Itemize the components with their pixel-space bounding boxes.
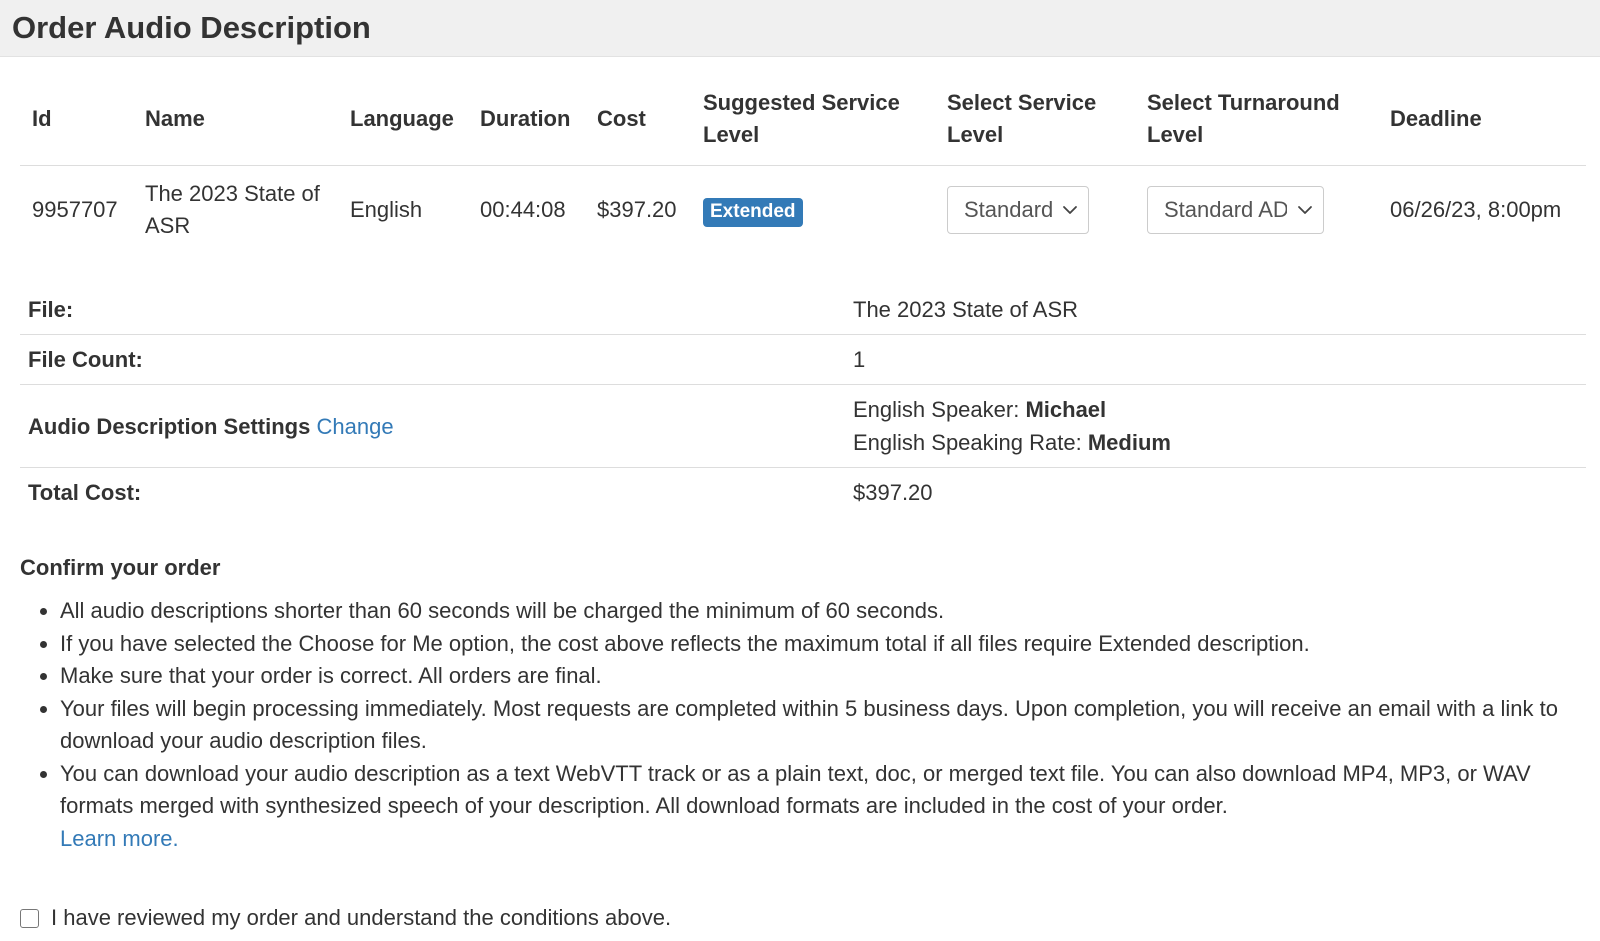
list-item: Your files will begin processing immedia… bbox=[60, 693, 1586, 758]
total-cost-label: Total Cost: bbox=[20, 467, 845, 517]
learn-more-link[interactable]: Learn more. bbox=[60, 826, 179, 851]
list-item: You can download your audio description … bbox=[60, 758, 1586, 856]
agree-checkbox[interactable] bbox=[20, 908, 39, 928]
cell-id: 9957707 bbox=[32, 197, 118, 222]
cell-duration: 00:44:08 bbox=[480, 197, 566, 222]
order-table: Id Name Language Duration Cost Suggested… bbox=[20, 87, 1586, 252]
detail-row-file-count: File Count: 1 bbox=[20, 334, 1586, 385]
cell-cost: $397.20 bbox=[597, 197, 677, 222]
turnaround-level-select-value: Standard AD bbox=[1164, 197, 1287, 222]
col-header-language: Language bbox=[338, 87, 468, 166]
detail-row-file: File: The 2023 State of ASR bbox=[20, 285, 1586, 335]
confirm-section: Confirm your order All audio description… bbox=[20, 555, 1586, 855]
agree-row: I have reviewed my order and understand … bbox=[20, 905, 1586, 931]
cell-select-turnaround: Standard AD bbox=[1135, 166, 1378, 253]
settings-value: English Speaker: Michael English Speakin… bbox=[845, 384, 1586, 468]
file-count-label: File Count: bbox=[20, 334, 845, 385]
speaking-rate-value: Medium bbox=[1087, 430, 1171, 455]
cell-name: The 2023 State of ASR bbox=[145, 181, 320, 238]
col-header-select-service-level: Select Service Level bbox=[935, 87, 1135, 166]
speaking-rate-line: English Speaking Rate: Medium bbox=[853, 426, 1578, 459]
speaker-line: English Speaker: Michael bbox=[853, 393, 1578, 426]
settings-label: Audio Description Settings bbox=[28, 413, 311, 439]
service-level-select[interactable]: Standard bbox=[947, 186, 1089, 234]
page-title: Order Audio Description bbox=[12, 10, 371, 45]
file-count-value: 1 bbox=[845, 334, 1586, 385]
confirm-title: Confirm your order bbox=[20, 555, 221, 580]
turnaround-level-select[interactable]: Standard AD bbox=[1147, 186, 1324, 234]
cell-language: English bbox=[350, 197, 423, 222]
total-cost-value: $397.20 bbox=[845, 467, 1586, 517]
detail-row-total: Total Cost: $397.20 bbox=[20, 467, 1586, 517]
change-settings-link[interactable]: Change bbox=[316, 414, 393, 439]
list-item: Make sure that your order is correct. Al… bbox=[60, 660, 1586, 693]
speaker-label: English Speaker: bbox=[853, 397, 1020, 422]
list-item: All audio descriptions shorter than 60 s… bbox=[60, 595, 1586, 628]
col-header-deadline: Deadline bbox=[1378, 87, 1586, 166]
detail-row-settings: Audio Description Settings Change Englis… bbox=[20, 384, 1586, 468]
settings-label-cell: Audio Description Settings Change bbox=[20, 384, 845, 468]
cell-deadline: 06/26/23, 8:00pm bbox=[1390, 197, 1562, 222]
speaking-rate-label: English Speaking Rate: bbox=[853, 430, 1082, 455]
suggested-level-badge: Extended bbox=[703, 197, 803, 227]
conditions-list: All audio descriptions shorter than 60 s… bbox=[20, 595, 1586, 855]
list-item: If you have selected the Choose for Me o… bbox=[60, 628, 1586, 661]
col-header-id: Id bbox=[20, 87, 133, 166]
col-header-cost: Cost bbox=[585, 87, 691, 166]
table-header-row: Id Name Language Duration Cost Suggested… bbox=[20, 87, 1586, 166]
col-header-suggested-service-level: Suggested Service Level bbox=[691, 87, 935, 166]
main-content: Id Name Language Duration Cost Suggested… bbox=[0, 87, 1600, 931]
page-header: Order Audio Description bbox=[0, 0, 1600, 57]
col-header-duration: Duration bbox=[468, 87, 585, 166]
chevron-down-icon bbox=[1063, 206, 1077, 214]
order-details: File: The 2023 State of ASR File Count: … bbox=[20, 285, 1586, 517]
chevron-down-icon bbox=[1298, 206, 1312, 214]
speaker-value: Michael bbox=[1025, 397, 1107, 422]
agree-label: I have reviewed my order and understand … bbox=[51, 905, 672, 930]
cell-suggested: Extended bbox=[691, 166, 935, 253]
file-label: File: bbox=[28, 297, 74, 322]
file-value: The 2023 State of ASR bbox=[853, 297, 1079, 322]
col-header-select-turnaround-level: Select Turnaround Level bbox=[1135, 87, 1378, 166]
download-formats-text: You can download your audio description … bbox=[60, 760, 1531, 819]
service-level-select-value: Standard bbox=[964, 197, 1052, 222]
table-row: 9957707 The 2023 State of ASR English 00… bbox=[20, 166, 1586, 253]
cell-select-service: Standard bbox=[935, 166, 1135, 253]
col-header-name: Name bbox=[133, 87, 338, 166]
